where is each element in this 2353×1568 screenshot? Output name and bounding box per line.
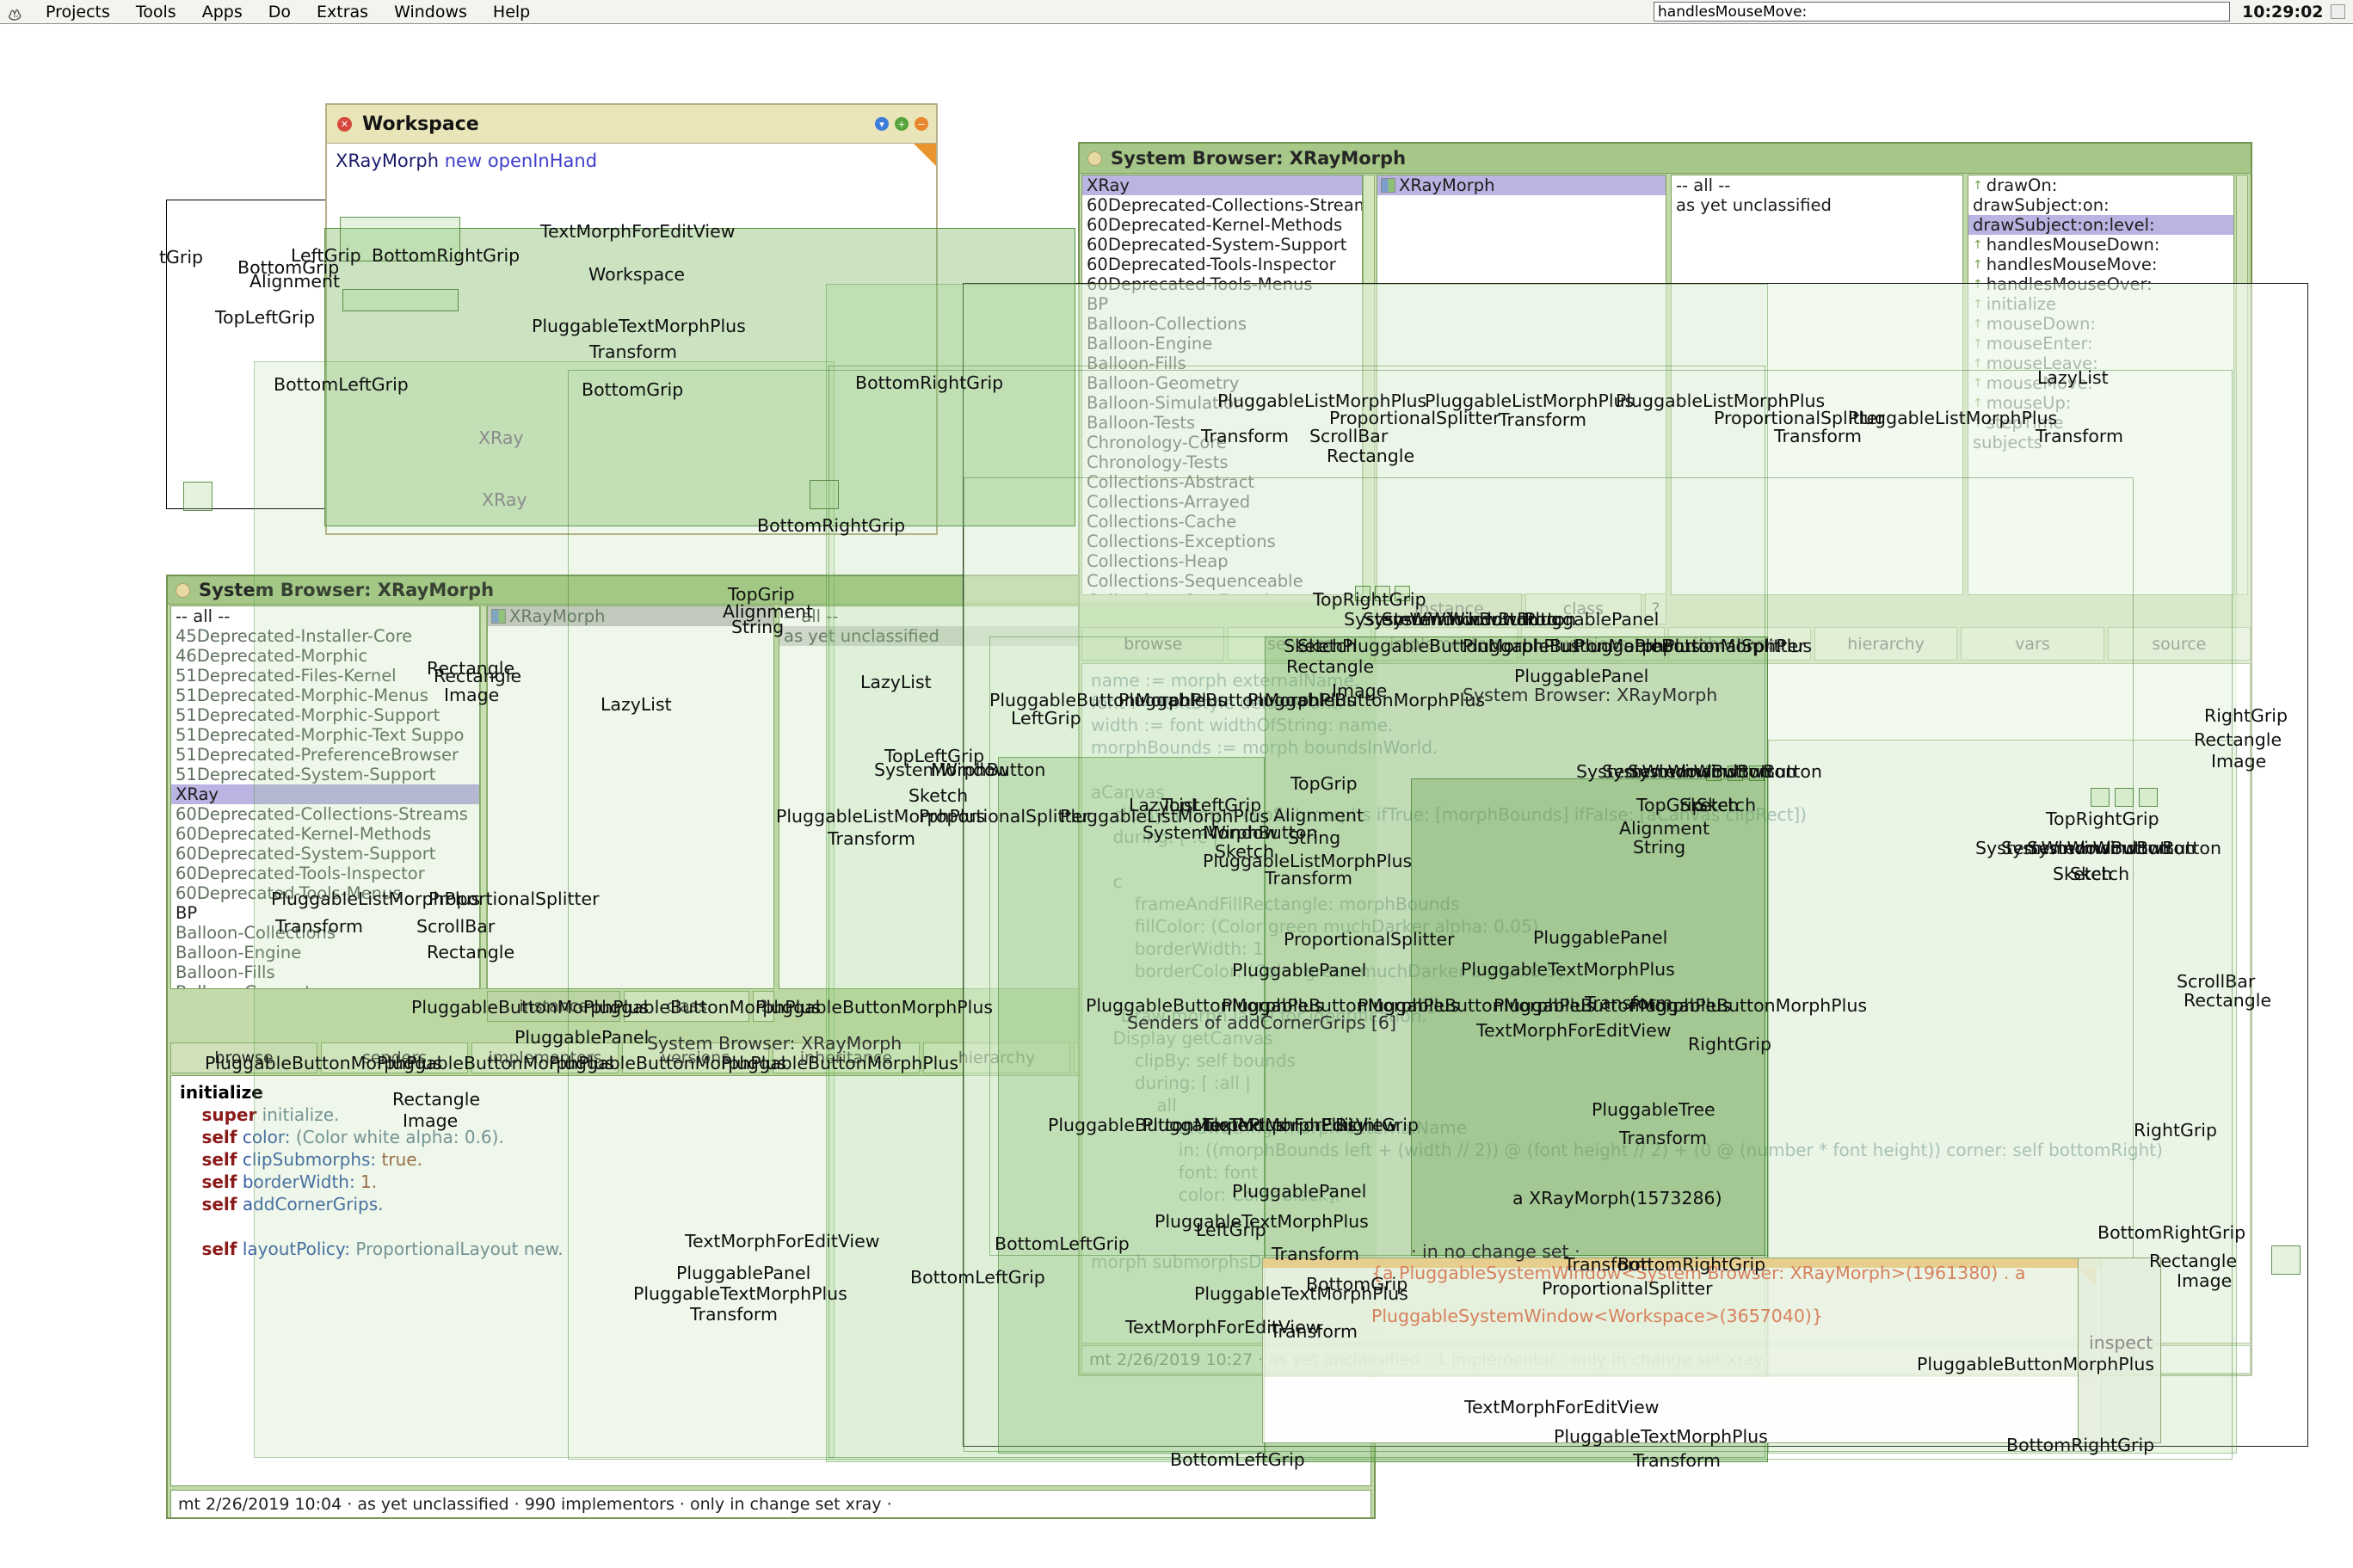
menu-apps[interactable]: Apps xyxy=(189,3,256,22)
hidden-inspector-fragment xyxy=(2078,1257,2161,1443)
grip-square xyxy=(2271,1245,2301,1275)
search-input[interactable] xyxy=(1654,2,2230,22)
workspace-code: XRayMorph new openInHand xyxy=(336,151,597,171)
menu-do[interactable]: Do xyxy=(256,3,304,22)
window-button-square xyxy=(1706,766,1722,781)
window-title: Workspace xyxy=(362,114,479,135)
list-item[interactable]: -- all -- xyxy=(1672,175,1962,195)
list-item[interactable]: drawSubject:on: xyxy=(1968,195,2233,215)
up-arrow-icon: ↑ xyxy=(1973,238,1983,252)
list-item[interactable]: 60Deprecated-Collections-Stream xyxy=(1082,195,1362,215)
window-title-bar[interactable]: ✕ Workspace ▾ + − xyxy=(327,105,936,143)
menu-help[interactable]: Help xyxy=(480,3,543,22)
menu-extras[interactable]: Extras xyxy=(304,3,381,22)
window-button-square xyxy=(2115,788,2134,807)
list-item[interactable]: XRay xyxy=(1082,175,1362,195)
window-button-square xyxy=(2091,788,2110,807)
grip-square xyxy=(810,480,839,509)
clock: 10:29:02 xyxy=(2242,3,2324,22)
minimize-icon[interactable]: − xyxy=(915,117,928,131)
window-button-square xyxy=(1395,586,1410,601)
window-title: System Browser: XRayMorph xyxy=(1111,148,1406,169)
cuis-logo-icon[interactable] xyxy=(7,3,33,22)
window-icon[interactable] xyxy=(2331,4,2345,19)
menu-projects[interactable]: Projects xyxy=(33,3,123,22)
list-item[interactable]: ↑handlesMouseMove: xyxy=(1968,255,2233,274)
hidden-window-fragment xyxy=(1262,1257,2102,1443)
window-title-bar[interactable]: System Browser: XRayMorph xyxy=(1080,144,2251,174)
list-item[interactable]: 60Deprecated-Kernel-Methods xyxy=(1082,215,1362,235)
window-button-square xyxy=(1728,766,1743,781)
list-item[interactable]: ↑handlesMouseDown: xyxy=(1968,235,2233,255)
menu-bar: Projects Tools Apps Do Extras Windows He… xyxy=(0,0,2353,24)
status-bar: mt 2/26/2019 10:04 · as yet unclassified… xyxy=(170,1490,1371,1518)
close-icon[interactable] xyxy=(1087,151,1102,166)
list-item[interactable]: 60Deprecated-Tools-Inspector xyxy=(1082,255,1362,274)
desktop: Projects Tools Apps Do Extras Windows He… xyxy=(0,0,2353,1568)
list-item[interactable]: drawSubject:on:level: xyxy=(1968,215,2233,235)
window-button-square xyxy=(1749,766,1765,781)
close-icon[interactable] xyxy=(176,583,190,598)
class-icon xyxy=(1382,179,1395,192)
window-button-square xyxy=(2139,788,2158,807)
up-arrow-icon: ↑ xyxy=(1973,179,1983,193)
list-item[interactable]: 60Deprecated-System-Support xyxy=(1082,235,1362,255)
grip-square xyxy=(183,482,213,511)
up-arrow-icon: ↑ xyxy=(1973,258,1983,272)
close-icon[interactable]: ✕ xyxy=(337,117,352,132)
grip-square xyxy=(340,217,460,261)
list-item[interactable]: as yet unclassified xyxy=(1672,195,1962,215)
window-button-square xyxy=(1355,586,1371,601)
expand-icon[interactable]: + xyxy=(895,117,909,131)
list-item[interactable]: XRayMorph xyxy=(1377,175,1666,195)
fold-corner-icon[interactable] xyxy=(914,144,936,166)
list-item[interactable]: ↑drawOn: xyxy=(1968,175,2233,195)
window-button-square xyxy=(1375,586,1390,601)
menu-tools[interactable]: Tools xyxy=(123,3,189,22)
menu-windows[interactable]: Windows xyxy=(381,3,480,22)
grip-square xyxy=(342,289,459,311)
menu-icon[interactable]: ▾ xyxy=(875,117,889,131)
